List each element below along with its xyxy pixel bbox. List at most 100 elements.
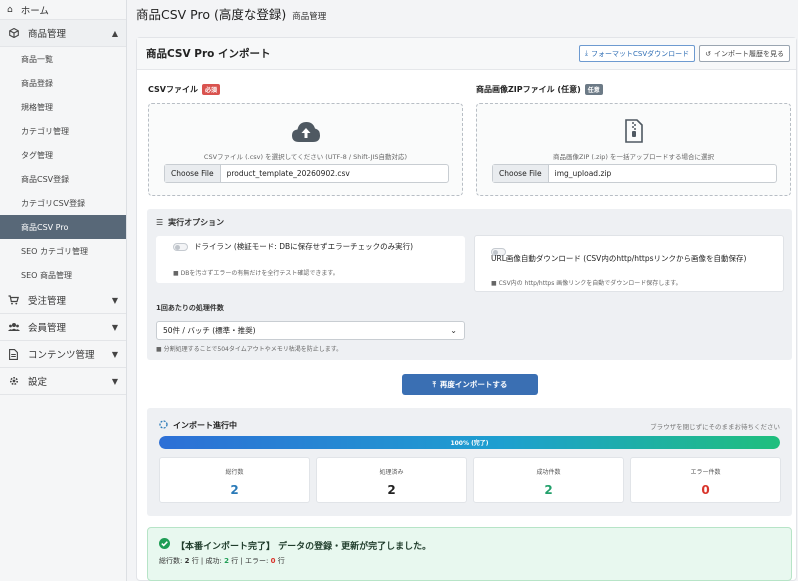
csv-dropzone-hint: CSVファイル (.csv) を選択してください (UTF-8 / Shift-…	[203, 153, 408, 161]
stat-success: 成功件数 2	[473, 457, 624, 503]
dry-run-toggle[interactable]	[173, 242, 188, 251]
import-history-button[interactable]: ↺ インポート履歴を見る	[699, 45, 790, 62]
stat-errors: エラー件数 0	[630, 457, 781, 503]
batch-size-note: ■ 分割処理することで504タイムアウトやメモリ枯渇を防止します。	[156, 344, 342, 353]
sidebar-item-spec[interactable]: 規格管理	[0, 95, 126, 119]
csv-file-input[interactable]: Choose File product_template_20260902.cs…	[164, 164, 449, 183]
panel-header: 商品CSV Pro インポート ⤓ フォーマットCSVダウンロード ↺ インポー…	[137, 38, 796, 70]
url-download-label: URL画像自動ダウンロード (CSV内のhttp/httpsリンクから画像を自動…	[491, 254, 747, 263]
stat-processed: 処理済み 2	[316, 457, 467, 503]
users-icon	[7, 322, 20, 332]
dry-run-note: ■ DBを汚さずエラーの有無だけを全行テスト確認できます。	[173, 268, 339, 277]
page-subtitle: 商品管理	[292, 12, 327, 22]
sidebar-section-label: コンテンツ管理	[28, 350, 95, 361]
success-title-text: 【本番インポート完了】 データの登録・更新が完了しました。	[176, 541, 432, 552]
sidebar-item-category[interactable]: カテゴリ管理	[0, 119, 126, 143]
stat-label: エラー件数	[690, 469, 721, 476]
sidebar-section-label: 設定	[28, 377, 48, 388]
progress-bar-fill: 100% (完了)	[159, 436, 780, 449]
gear-icon	[7, 376, 20, 386]
batch-size-note-text: 分割処理することで504タイムアウトやメモリ枯渇を防止します。	[163, 346, 343, 353]
chevron-down-icon: ⌄	[450, 326, 457, 335]
sidebar-section-settings[interactable]: 設定 ▼	[0, 368, 126, 395]
sidebar-item-tag[interactable]: タグ管理	[0, 143, 126, 167]
options-title: ☰ 実行オプション	[156, 217, 224, 228]
stat-value: 2	[544, 483, 553, 497]
zip-dropzone-hint: 商品画像ZIP (.zip) を一括アップロードする場合に選択	[553, 153, 714, 161]
page-title: 商品CSV Pro (高度な登録)	[136, 7, 287, 22]
dry-run-label: ドライラン (検証モード: DBに保存せずエラーチェックのみ実行)	[194, 242, 414, 251]
chevron-down-icon: ▼	[111, 295, 118, 305]
cart-icon	[7, 295, 20, 305]
zip-choose-file-button[interactable]: Choose File	[493, 165, 549, 182]
summary-error-value: 0	[270, 557, 276, 565]
format-csv-download-button[interactable]: ⤓ フォーマットCSVダウンロード	[578, 45, 696, 62]
history-icon: ↺	[705, 49, 711, 58]
dry-run-option: ドライラン (検証モード: DBに保存せずエラーチェックのみ実行) ■ DBを汚…	[156, 236, 465, 283]
url-download-note-text: CSV内の http/https 画像リンクを自動でダウンロード保存します。	[498, 280, 682, 287]
stat-label: 処理済み	[379, 469, 404, 476]
csv-label-text: CSVファイル	[148, 85, 198, 94]
execution-options: ☰ 実行オプション ドライラン (検証モード: DBに保存せずエラーチェックのみ…	[147, 209, 792, 360]
chevron-up-icon: ▲	[111, 28, 118, 38]
stat-label: 成功件数	[536, 469, 561, 476]
chevron-down-icon: ▼	[111, 349, 118, 359]
progress-wait-note: ブラウザを閉じずにそのままお待ちください	[650, 423, 780, 431]
zip-file-input[interactable]: Choose File img_upload.zip	[492, 164, 777, 183]
cloud-upload-icon	[291, 121, 321, 147]
sliders-icon: ☰	[156, 218, 164, 227]
optional-badge: 任意	[584, 84, 603, 95]
required-badge: 必須	[201, 84, 220, 95]
summary-success-value: 2	[224, 557, 229, 565]
sidebar-item-category-csv[interactable]: カテゴリCSV登録	[0, 191, 126, 215]
url-download-option: URL画像自動ダウンロード (CSV内のhttp/httpsリンクから画像を自動…	[474, 235, 784, 292]
format-csv-download-label: フォーマットCSVダウンロード	[591, 49, 690, 58]
home-icon: ⌂	[7, 4, 13, 15]
sidebar-section-products[interactable]: 商品管理 ▲	[0, 20, 126, 47]
bullet-icon: ■	[491, 280, 499, 287]
zip-file-icon	[624, 119, 643, 147]
sidebar-section-members[interactable]: 会員管理 ▼	[0, 314, 126, 341]
app-root: ⌂ ホーム 商品管理 ▲ 商品一覧 商品登録 規格管理 カテゴリ管理 タグ管理 …	[0, 0, 798, 581]
import-progress: インポート進行中 ブラウザを閉じずにそのままお待ちください 100% (完了) …	[147, 408, 792, 516]
sidebar-item-product-list[interactable]: 商品一覧	[0, 47, 126, 71]
dry-run-note-text: DBを汚さずエラーの有無だけを全行テスト確認できます。	[180, 270, 339, 277]
panel-title: 商品CSV Pro インポート	[146, 48, 271, 60]
success-summary: 総行数: 2 行 | 成功: 2 行 | エラー: 0 行	[159, 556, 285, 566]
file-icon	[7, 348, 20, 360]
csv-field-label: CSVファイル 必須	[148, 84, 220, 95]
spinner-icon	[159, 420, 168, 431]
reimport-button[interactable]: ⤒ 再度インポートする	[402, 374, 538, 395]
summary-total-label: 総行数:	[159, 557, 183, 565]
summary-total-value: 2	[184, 557, 190, 565]
progress-bar: 100% (完了)	[159, 436, 780, 449]
sidebar-item-seo-product[interactable]: SEO 商品管理	[0, 263, 126, 287]
csv-choose-file-button[interactable]: Choose File	[165, 165, 221, 182]
sidebar-home-label: ホーム	[20, 5, 49, 17]
sidebar-item-product-csv-pro[interactable]: 商品CSV Pro	[0, 215, 126, 239]
csv-file-name: product_template_20260902.csv	[226, 169, 350, 178]
stat-total-rows: 総行数 2	[159, 457, 310, 503]
dry-run-row: ドライラン (検証モード: DBに保存せずエラーチェックのみ実行)	[173, 241, 413, 252]
stat-value: 0	[701, 483, 710, 497]
sidebar-item-seo-category[interactable]: SEO カテゴリ管理	[0, 239, 126, 263]
zip-file-name: img_upload.zip	[554, 169, 612, 178]
success-title: 【本番インポート完了】 データの登録・更新が完了しました。	[159, 538, 431, 552]
sidebar-item-home[interactable]: ⌂ ホーム	[0, 0, 126, 20]
sidebar-item-product-csv[interactable]: 商品CSV登録	[0, 167, 126, 191]
import-history-label: インポート履歴を見る	[714, 49, 784, 58]
zip-dropzone[interactable]: 商品画像ZIP (.zip) を一括アップロードする場合に選択 Choose F…	[476, 103, 791, 196]
stat-value: 2	[387, 483, 396, 497]
sidebar-section-label: 受注管理	[28, 296, 67, 307]
stat-label: 総行数	[225, 469, 244, 476]
csv-dropzone[interactable]: CSVファイル (.csv) を選択してください (UTF-8 / Shift-…	[148, 103, 463, 196]
stat-value: 2	[230, 483, 239, 497]
sidebar-item-product-register[interactable]: 商品登録	[0, 71, 126, 95]
sidebar-section-orders[interactable]: 受注管理 ▼	[0, 287, 126, 314]
bullet-icon: ■	[156, 346, 164, 353]
sidebar-section-content[interactable]: コンテンツ管理 ▼	[0, 341, 126, 368]
download-icon: ⤓	[584, 49, 588, 57]
progress-title-text: インポート進行中	[173, 421, 237, 430]
progress-bar-label: 100% (完了)	[450, 440, 489, 447]
batch-size-select[interactable]: 50件 / バッチ (標準・推奨) ⌄	[156, 321, 465, 340]
